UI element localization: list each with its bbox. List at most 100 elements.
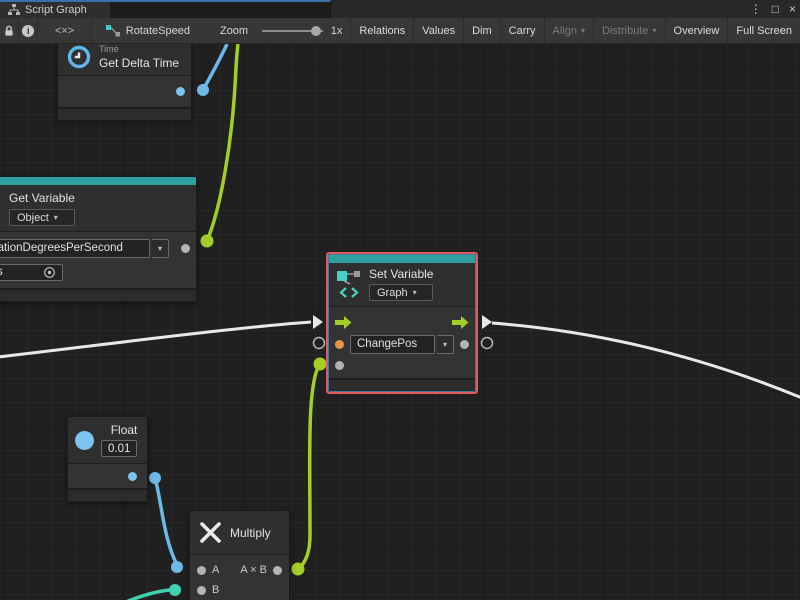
info-button[interactable]: i (19, 18, 38, 43)
node-get-variable[interactable]: Get Variable Object ▾ otationDegreesPerS… (0, 176, 197, 302)
chevron-down-icon: ▾ (413, 288, 417, 297)
wire-float-to-multiply (155, 478, 177, 565)
variable-name-dropdown[interactable]: ChangePos ▾ (350, 335, 454, 354)
target-picker-icon[interactable] (43, 266, 56, 279)
output-port-float[interactable] (128, 472, 137, 481)
wire-end-multiply-out[interactable] (292, 563, 305, 576)
node-multiply[interactable]: Multiply A A × B B (189, 510, 290, 600)
full-screen-label: Full Screen (736, 25, 792, 37)
variable-name-dropdown[interactable]: otationDegreesPerSecond ▾ (0, 239, 169, 258)
node-title: Multiply (230, 526, 271, 540)
output-port-variable[interactable] (181, 244, 190, 253)
code-bounds-button[interactable]: <×> (38, 18, 91, 43)
wire-multiply-to-setvar (298, 365, 319, 569)
zoom-label: Zoom (212, 18, 256, 43)
window-menu-icon[interactable]: ⋮ (750, 0, 762, 18)
selection-highlight: Set Variable Graph ▾ (326, 252, 478, 394)
variable-scope-dropdown[interactable]: Graph ▾ (369, 284, 433, 301)
node-category: Time (99, 44, 179, 54)
float-value-input[interactable]: 0.01 (101, 440, 137, 457)
wire-delta-time (203, 44, 227, 90)
node-title: Set Variable (369, 267, 433, 281)
align-button: Align ▾ (545, 18, 594, 43)
node-footer (329, 380, 475, 391)
carry-button[interactable]: Carry (501, 18, 545, 43)
flow-in-port[interactable] (335, 315, 352, 330)
port-b-label: B (212, 584, 219, 596)
node-footer (68, 490, 147, 501)
flow-arrow-in (313, 315, 323, 329)
flow-out-port[interactable] (452, 315, 469, 330)
chevron-down-icon: ▾ (653, 26, 657, 35)
node-set-variable[interactable]: Set Variable Graph ▾ (328, 254, 476, 392)
lock-icon (3, 25, 15, 37)
code-bounds-icon: <×> (55, 25, 74, 37)
zoom-level-value: 1x (329, 18, 352, 43)
wire-end-setvar-value[interactable] (314, 358, 327, 371)
node-float[interactable]: Float 0.01 (67, 416, 148, 502)
port-hollow-left[interactable] (314, 338, 325, 349)
output-port-product[interactable] (273, 566, 282, 575)
scope-label: Graph (377, 287, 408, 299)
values-button[interactable]: Values (414, 18, 464, 43)
variable-target-field[interactable]: his (0, 264, 63, 281)
value-out-port[interactable] (460, 340, 469, 349)
wire-flow-right (492, 323, 800, 398)
window-maximize-icon[interactable]: □ (772, 0, 779, 18)
zoom-slider-thumb[interactable] (311, 26, 321, 36)
wire-end-get-variable[interactable] (201, 235, 214, 248)
full-screen-button[interactable]: Full Screen (728, 18, 800, 43)
value-in-port[interactable] (335, 340, 344, 349)
node-footer (0, 290, 196, 301)
wire-end-multiply-a[interactable] (171, 561, 183, 573)
variable-name-value: otationDegreesPerSecond (0, 239, 150, 258)
overview-button[interactable]: Overview (666, 18, 729, 43)
variable-name-value: ChangePos (350, 335, 435, 354)
distribute-label: Distribute (602, 25, 648, 37)
variable-scope-dropdown[interactable]: Object ▾ (9, 209, 75, 226)
node-title: Get Variable (9, 191, 75, 205)
clock-icon (66, 44, 92, 70)
tab-title: Script Graph (25, 4, 87, 16)
port-a-label: A (212, 564, 219, 576)
visual-scripting-window: Script Graph ⋮ □ × i <×> Rotate (0, 0, 800, 600)
flow-arrow-out (482, 315, 492, 329)
node-footer (58, 109, 191, 120)
float-icon (75, 431, 94, 450)
info-icon: i (22, 25, 34, 37)
graph-tab-icon (8, 4, 20, 16)
wire-end-multiply-b[interactable] (169, 584, 181, 596)
input-port-a[interactable] (197, 566, 206, 575)
tab-script-graph[interactable]: Script Graph (0, 2, 110, 18)
lock-button[interactable] (0, 18, 19, 43)
chevron-down-icon: ▾ (152, 239, 169, 258)
port-out-label: A × B (240, 564, 267, 576)
float-value: 0.01 (108, 443, 130, 455)
multiply-icon (198, 520, 223, 545)
wire-to-multiply-b (126, 590, 170, 600)
dim-button[interactable]: Dim (464, 18, 501, 43)
chevron-down-icon: ▾ (581, 26, 585, 35)
output-port-delta-time[interactable] (176, 87, 185, 96)
scope-label: Object (17, 212, 49, 224)
graph-canvas[interactable]: Time Get Delta Time Get Variable Object … (0, 44, 800, 600)
zoom-slider[interactable] (262, 30, 323, 32)
fallback-port[interactable] (335, 361, 344, 370)
input-port-b[interactable] (197, 586, 206, 595)
dim-label: Dim (472, 25, 492, 37)
wire-end-delta-time[interactable] (197, 84, 209, 96)
node-get-delta-time[interactable]: Time Get Delta Time (57, 44, 192, 121)
graph-variable-icon (336, 269, 362, 299)
variable-accent-bar (329, 255, 475, 263)
tab-strip: Script Graph ⋮ □ × (0, 0, 800, 18)
graph-breadcrumb[interactable]: RotateSpeed (92, 18, 198, 43)
window-close-icon[interactable]: × (789, 0, 796, 18)
port-hollow-right[interactable] (482, 338, 493, 349)
chevron-down-icon: ▾ (54, 213, 58, 222)
align-label: Align (553, 25, 577, 37)
relations-button[interactable]: Relations (351, 18, 414, 43)
chevron-down-icon: ▾ (437, 335, 454, 354)
graph-toolbar: i <×> RotateSpeed Zoom 1x Relations Valu… (0, 18, 800, 44)
carry-label: Carry (509, 25, 536, 37)
wire-end-float-out[interactable] (149, 472, 161, 484)
